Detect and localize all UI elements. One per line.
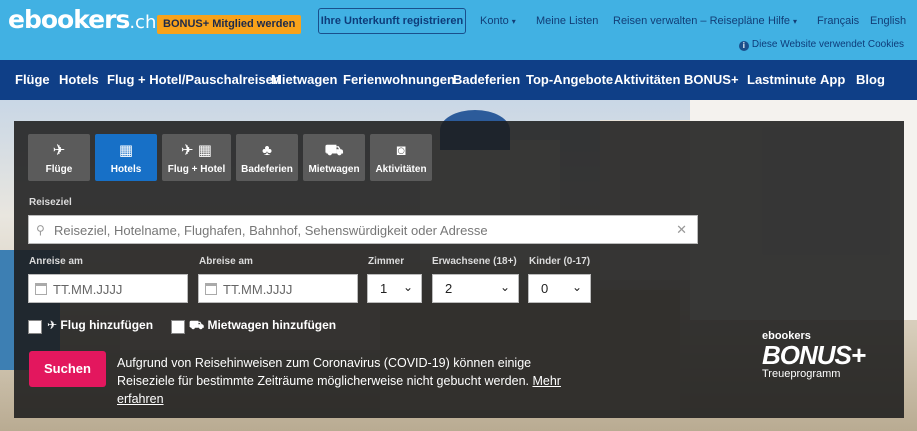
rooms-label: Zimmer xyxy=(368,256,405,267)
car-icon: ⛟ xyxy=(189,318,205,332)
bonus-membership-badge[interactable]: BONUS+ Mitglied werden xyxy=(157,15,302,34)
info-icon: i xyxy=(738,41,749,51)
clear-icon[interactable]: ✕ xyxy=(676,222,687,238)
plane-hotel-icon: ✈ ▦ xyxy=(181,142,212,159)
tab-car-rental[interactable]: ⛟ Mietwagen xyxy=(303,134,365,181)
add-flight-checkbox[interactable] xyxy=(28,320,42,334)
children-value: 0 xyxy=(541,281,549,296)
tab-car-rental-label: Mietwagen xyxy=(308,164,360,175)
bonus-program-logo: ebookers BONUS+ Treueprogramm xyxy=(762,330,866,380)
top-header: ebookers.ch BONUS+ Mitglied werden Ihre … xyxy=(0,0,917,60)
nav-item-car-rental[interactable]: Mietwagen xyxy=(271,60,337,100)
location-pin-icon: ⚲ xyxy=(36,223,45,237)
cookie-notice-text: Diese Website verwendet Cookies xyxy=(751,39,904,50)
nav-item-lastminute[interactable]: Lastminute xyxy=(747,60,816,100)
cookie-notice[interactable]: i Diese Website verwendet Cookies xyxy=(738,38,904,51)
tab-flight-hotel-label: Flug + Hotel xyxy=(167,164,226,175)
ebookers-logo[interactable]: ebookers.ch xyxy=(8,4,156,39)
destination-placeholder: Reiseziel, Hotelname, Flughafen, Bahnhof… xyxy=(54,223,488,238)
tab-hotels-label: Hotels xyxy=(110,164,142,175)
checkin-placeholder: TT.MM.JJJJ xyxy=(53,282,123,297)
chevron-down-icon: ▾ xyxy=(793,17,798,26)
rooms-value: 1 xyxy=(380,281,388,296)
calendar-icon xyxy=(205,283,217,295)
help-link-label: Hilfe xyxy=(768,15,791,27)
nav-item-holiday-rentals[interactable]: Ferienwohnungen xyxy=(343,60,455,100)
checkin-date-input[interactable]: TT.MM.JJJJ xyxy=(28,274,188,303)
tab-activities-label: Aktivitäten xyxy=(375,164,427,175)
destination-input[interactable]: ⚲ Reiseziel, Hotelname, Flughafen, Bahnh… xyxy=(28,215,698,244)
language-english-link[interactable]: English xyxy=(870,14,906,28)
checkout-label: Abreise am xyxy=(199,256,253,267)
chevron-down-icon: ⌄ xyxy=(571,280,582,294)
hotel-icon: ▦ xyxy=(118,142,134,159)
palm-icon: ♣ xyxy=(262,142,272,159)
car-icon: ⛟ xyxy=(324,142,344,159)
account-link-label: Konto xyxy=(480,15,509,27)
language-french-link[interactable]: Français xyxy=(817,14,859,28)
adults-label: Erwachsene (18+) xyxy=(432,256,517,267)
children-select[interactable]: 0 ⌄ xyxy=(528,274,591,303)
nav-item-flights[interactable]: Flüge xyxy=(15,60,50,100)
nav-item-app[interactable]: App xyxy=(820,60,845,100)
nav-item-top-deals[interactable]: Top-Angebote xyxy=(526,60,613,100)
bonus-logo-title: BONUS+ xyxy=(762,340,866,370)
camera-icon: ◙ xyxy=(396,142,406,159)
tab-beach-holidays-label: Badeferien xyxy=(241,164,293,175)
covid-notice: Aufgrund von Reisehinweisen zum Coronavi… xyxy=(117,354,577,408)
plane-icon: ✈ xyxy=(47,318,58,332)
tab-activities[interactable]: ◙ Aktivitäten xyxy=(370,134,432,181)
chevron-down-icon: ⌄ xyxy=(499,280,510,294)
covid-notice-text: Aufgrund von Reisehinweisen zum Coronavi… xyxy=(117,356,532,388)
plane-icon: ✈ xyxy=(52,142,66,159)
account-link[interactable]: Konto ▾ xyxy=(480,14,516,29)
search-button[interactable]: Suchen xyxy=(29,351,106,387)
manage-trips-link[interactable]: Reisen verwalten – Reisepläne xyxy=(613,14,765,28)
children-label: Kinder (0-17) xyxy=(529,256,591,267)
nav-item-activities[interactable]: Aktivitäten xyxy=(614,60,680,100)
add-car-label[interactable]: ⛟ Mietwagen hinzufügen xyxy=(189,318,336,334)
chevron-down-icon: ⌄ xyxy=(402,280,413,294)
checkout-placeholder: TT.MM.JJJJ xyxy=(223,282,293,297)
add-car-checkbox[interactable] xyxy=(171,320,185,334)
checkin-label: Anreise am xyxy=(29,256,83,267)
chevron-down-icon: ▾ xyxy=(511,17,516,26)
tab-beach-holidays[interactable]: ♣ Badeferien xyxy=(236,134,298,181)
adults-value: 2 xyxy=(445,281,453,296)
logo-text: ebookers xyxy=(8,5,130,34)
tab-flights[interactable]: ✈ Flüge xyxy=(28,134,90,181)
tab-hotels[interactable]: ▦ Hotels xyxy=(95,134,157,181)
add-car-text: Mietwagen hinzufügen xyxy=(207,318,337,332)
adults-select[interactable]: 2 ⌄ xyxy=(432,274,519,303)
checkout-date-input[interactable]: TT.MM.JJJJ xyxy=(198,274,358,303)
my-lists-link[interactable]: Meine Listen xyxy=(536,14,598,28)
nav-item-hotels[interactable]: Hotels xyxy=(59,60,99,100)
rooms-select[interactable]: 1 ⌄ xyxy=(367,274,422,303)
calendar-icon xyxy=(35,283,47,295)
logo-tld: .ch xyxy=(129,12,157,33)
nav-item-beach-holidays[interactable]: Badeferien xyxy=(453,60,520,100)
tab-flight-hotel[interactable]: ✈ ▦ Flug + Hotel xyxy=(162,134,231,181)
add-flight-label[interactable]: ✈ Flug hinzufügen xyxy=(47,318,153,332)
main-navigation: Flüge Hotels Flug + Hotel/Pauschalreisen… xyxy=(0,60,917,100)
destination-label: Reiseziel xyxy=(29,197,72,208)
nav-item-bonus[interactable]: BONUS+ xyxy=(684,60,739,100)
add-flight-text: Flug hinzufügen xyxy=(60,318,154,332)
register-property-button[interactable]: Ihre Unterkunft registrieren xyxy=(318,8,466,34)
nav-item-flight-hotel[interactable]: Flug + Hotel/Pauschalreisen xyxy=(107,60,281,100)
help-link[interactable]: Hilfe ▾ xyxy=(768,14,797,29)
tab-flights-label: Flüge xyxy=(45,164,73,175)
nav-item-blog[interactable]: Blog xyxy=(856,60,885,100)
